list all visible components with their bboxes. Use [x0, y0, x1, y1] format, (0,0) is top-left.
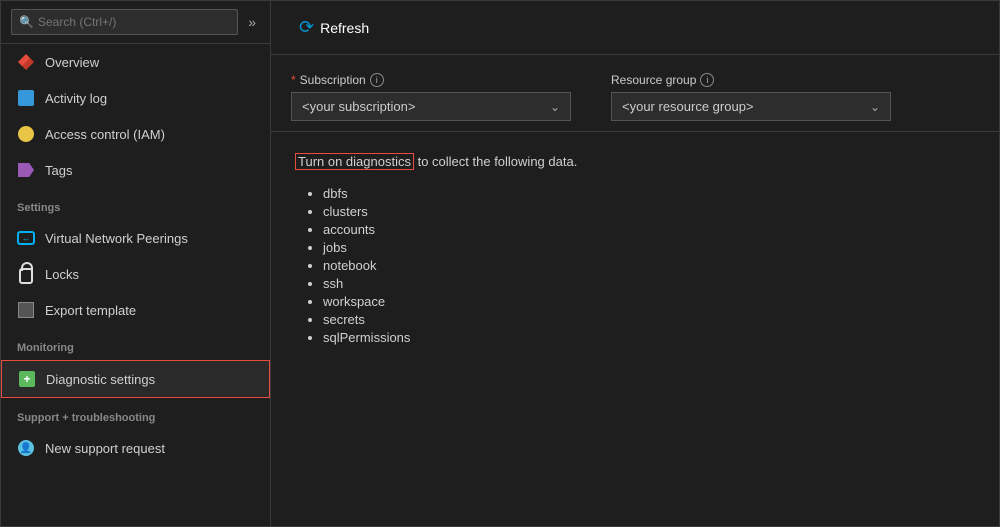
- vnet-icon: [17, 229, 35, 247]
- subscription-dropdown[interactable]: <your subscription> ⌄: [291, 92, 571, 121]
- list-item: secrets: [323, 312, 975, 327]
- sidebar-item-vnet[interactable]: Virtual Network Peerings: [1, 220, 270, 256]
- sidebar-item-diagnostic-settings[interactable]: + Diagnostic settings: [1, 360, 270, 398]
- monitoring-section-header: Monitoring: [1, 328, 270, 360]
- settings-section-header: Settings: [1, 188, 270, 220]
- overview-icon: [17, 53, 35, 71]
- toolbar: ⟳ Refresh: [271, 1, 999, 55]
- subscription-info-icon[interactable]: i: [370, 73, 384, 87]
- required-star: *: [291, 73, 296, 87]
- search-bar: 🔍 »: [1, 1, 270, 44]
- sidebar-item-iam[interactable]: Access control (IAM): [1, 116, 270, 152]
- collapse-button[interactable]: »: [244, 12, 260, 32]
- turn-on-diagnostics-link[interactable]: Turn on diagnostics: [295, 153, 414, 170]
- sidebar-item-overview[interactable]: Overview: [1, 44, 270, 80]
- refresh-button[interactable]: ⟳ Refresh: [291, 13, 377, 42]
- list-item: jobs: [323, 240, 975, 255]
- list-item: clusters: [323, 204, 975, 219]
- resource-group-label: Resource group i: [611, 73, 891, 87]
- resource-group-info-icon[interactable]: i: [700, 73, 714, 87]
- subscription-group: * Subscription i <your subscription> ⌄: [291, 73, 571, 121]
- list-item: workspace: [323, 294, 975, 309]
- search-input[interactable]: [11, 9, 238, 35]
- diag-icon: +: [18, 370, 36, 388]
- tags-icon: [17, 161, 35, 179]
- resource-group-dropdown[interactable]: <your resource group> ⌄: [611, 92, 891, 121]
- subscription-label: * Subscription i: [291, 73, 571, 87]
- sidebar-item-new-support[interactable]: 👤 New support request: [1, 430, 270, 466]
- list-item: dbfs: [323, 186, 975, 201]
- support-section-header: Support + troubleshooting: [1, 398, 270, 430]
- resource-group-group: Resource group i <your resource group> ⌄: [611, 73, 891, 121]
- content-area: Turn on diagnostics to collect the follo…: [271, 132, 999, 526]
- list-item: accounts: [323, 222, 975, 237]
- sidebar-item-locks[interactable]: Locks: [1, 256, 270, 292]
- iam-icon: [17, 125, 35, 143]
- main-content: ⟳ Refresh * Subscription i <your subscri…: [271, 1, 999, 526]
- subscription-dropdown-arrow: ⌄: [550, 100, 560, 114]
- sidebar-item-tags[interactable]: Tags: [1, 152, 270, 188]
- resource-group-dropdown-arrow: ⌄: [870, 100, 880, 114]
- refresh-icon: ⟳: [299, 17, 314, 38]
- activity-icon: [17, 89, 35, 107]
- sidebar-item-activity-log[interactable]: Activity log: [1, 80, 270, 116]
- diagnostics-description: Turn on diagnostics to collect the follo…: [295, 152, 975, 172]
- export-icon: [17, 301, 35, 319]
- form-section: * Subscription i <your subscription> ⌄ R…: [271, 55, 999, 132]
- list-item: notebook: [323, 258, 975, 273]
- sidebar: 🔍 » Overview Activity log Access control…: [1, 1, 271, 526]
- support-icon: 👤: [17, 439, 35, 457]
- diagnostics-data-list: dbfs clusters accounts jobs notebook ssh…: [295, 186, 975, 345]
- list-item: ssh: [323, 276, 975, 291]
- sidebar-item-export[interactable]: Export template: [1, 292, 270, 328]
- lock-icon: [17, 265, 35, 283]
- list-item: sqlPermissions: [323, 330, 975, 345]
